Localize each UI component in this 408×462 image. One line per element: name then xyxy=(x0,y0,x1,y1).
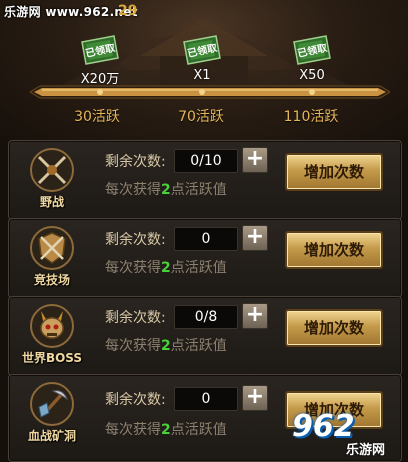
plus-button[interactable]: + xyxy=(242,225,268,251)
add-attempts-button[interactable]: 增加次数 xyxy=(285,231,383,269)
desc-points: 2 xyxy=(161,338,171,354)
logo-text: 乐游网 xyxy=(346,443,386,458)
task-description: 每次获得2点活跃值 xyxy=(105,179,227,199)
desc-text: 点活跃值 xyxy=(170,422,227,438)
reward-header: 乐游网 www.962.net 29 已领取 X20万 已领取 X1 已领取 X… xyxy=(0,0,408,146)
task-description: 每次获得2点活跃值 xyxy=(105,257,227,277)
milestone-label: 110活跃 xyxy=(283,109,339,125)
reward-amount: X1 xyxy=(193,68,211,83)
crossed-swords-icon xyxy=(30,148,74,192)
desc-text: 每次获得 xyxy=(105,260,161,276)
task-icon: 竞技场 xyxy=(23,225,81,291)
task-description: 每次获得2点活跃值 xyxy=(105,419,227,439)
remaining-label: 剩余次数: xyxy=(105,154,166,170)
desc-text: 点活跃值 xyxy=(170,260,227,276)
header-number: 29 xyxy=(118,3,138,19)
plus-button[interactable]: + xyxy=(242,385,268,411)
desc-points: 2 xyxy=(161,260,171,276)
desc-text: 点活跃值 xyxy=(170,182,227,198)
add-attempts-button[interactable]: 增加次数 xyxy=(285,153,383,191)
remaining-count: 0 xyxy=(174,227,238,251)
remaining-label: 剩余次数: xyxy=(105,310,166,326)
task-description: 每次获得2点活跃值 xyxy=(105,335,227,355)
task-icon: 血战矿洞 xyxy=(23,381,81,447)
milestone-label: 30活跃 xyxy=(74,109,120,125)
task-row-world-boss: 世界BOSS 剩余次数: 0/8 + 每次获得2点活跃值 增加次数 xyxy=(8,296,402,376)
site-logo: 962 乐游网 xyxy=(290,405,408,462)
remaining-count: 0/10 xyxy=(174,149,238,173)
activity-progress-bar xyxy=(30,85,390,99)
task-row-field-battle: 野战 剩余次数: 0/10 + 每次获得2点活跃值 增加次数 xyxy=(8,140,402,220)
task-icon: 野战 xyxy=(23,147,81,213)
desc-text: 每次获得 xyxy=(105,338,161,354)
desc-points: 2 xyxy=(161,182,171,198)
desc-text: 每次获得 xyxy=(105,182,161,198)
boss-skull-icon xyxy=(30,304,74,348)
remaining-count: 0/8 xyxy=(174,305,238,329)
desc-text: 每次获得 xyxy=(105,422,161,438)
task-name: 血战矿洞 xyxy=(27,429,76,443)
task-name: 野战 xyxy=(39,195,64,209)
reward-amount: X50 xyxy=(299,68,325,83)
milestone-label: 70活跃 xyxy=(178,109,224,125)
arena-shield-icon xyxy=(30,226,74,270)
remaining-label: 剩余次数: xyxy=(105,232,166,248)
mine-pickaxe-icon xyxy=(30,382,74,426)
desc-text: 点活跃值 xyxy=(170,338,227,354)
task-row-arena: 竞技场 剩余次数: 0 + 每次获得2点活跃值 增加次数 xyxy=(8,218,402,298)
remaining-label: 剩余次数: xyxy=(105,392,166,408)
plus-button[interactable]: + xyxy=(242,147,268,173)
task-name: 世界BOSS xyxy=(21,351,83,365)
desc-points: 2 xyxy=(161,422,171,438)
add-attempts-button[interactable]: 增加次数 xyxy=(285,309,383,347)
remaining-count: 0 xyxy=(174,387,238,411)
task-icon: 世界BOSS xyxy=(22,303,82,369)
task-name: 竞技场 xyxy=(33,273,70,287)
plus-button[interactable]: + xyxy=(242,303,268,329)
